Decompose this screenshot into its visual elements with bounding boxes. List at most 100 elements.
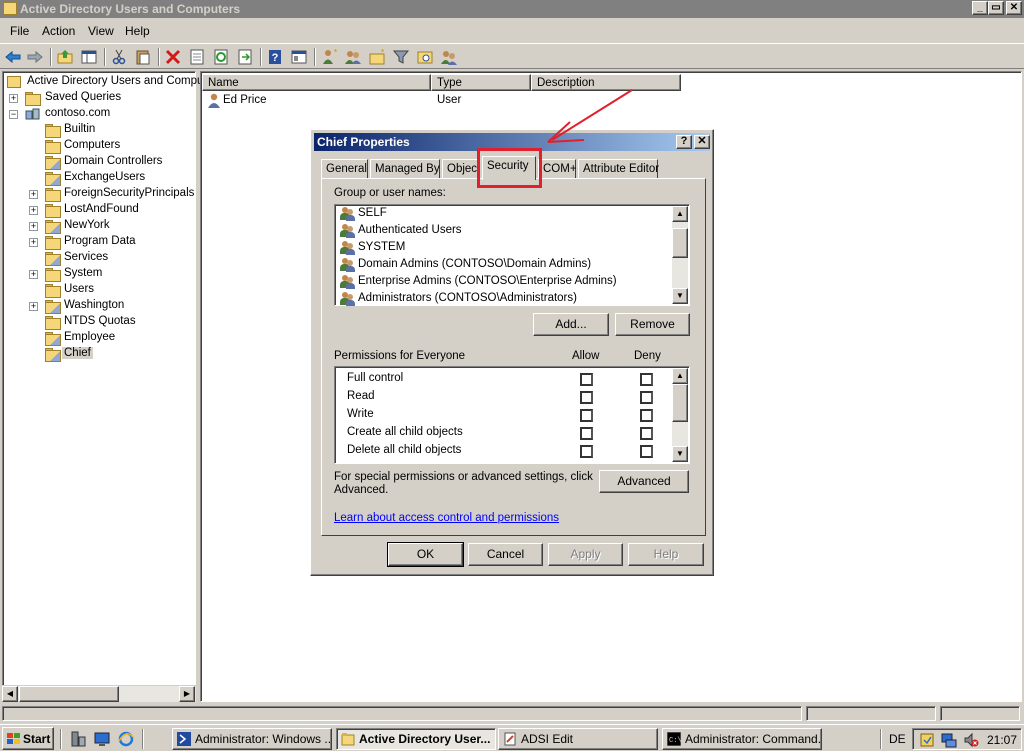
cancel-button[interactable]: Cancel [468, 543, 543, 566]
export-icon[interactable] [236, 48, 254, 66]
task-command-prompt[interactable]: C:\ Administrator: Command... [662, 728, 822, 750]
add-to-group-icon[interactable] [440, 48, 458, 66]
new-group-icon[interactable] [344, 48, 362, 66]
svg-text:*: * [381, 48, 384, 57]
remove-button[interactable]: Remove [615, 313, 690, 336]
ou-folder-icon [45, 348, 61, 362]
scroll-down-icon[interactable]: ▼ [672, 288, 688, 304]
filter-icon[interactable] [392, 48, 410, 66]
column-header-name[interactable]: Name [202, 74, 431, 91]
internet-explorer-icon[interactable] [118, 731, 134, 747]
console-icon[interactable] [290, 48, 308, 66]
deny-checkbox[interactable] [640, 373, 653, 386]
ok-button[interactable]: OK [387, 542, 464, 567]
tab-com-plus[interactable]: COM+ [538, 159, 577, 179]
allow-checkbox[interactable] [580, 373, 593, 386]
deny-checkbox[interactable] [640, 391, 653, 404]
principal-item[interactable]: SYSTEM [339, 240, 669, 256]
action-center-icon[interactable] [919, 732, 935, 748]
start-button[interactable]: Start [2, 727, 54, 750]
tab-attribute-editor[interactable]: Attribute Editor [578, 159, 659, 179]
ou-folder-icon [45, 332, 61, 346]
expand-icon[interactable]: + [29, 238, 38, 247]
close-button[interactable]: ✕ [1006, 1, 1022, 15]
deny-checkbox[interactable] [640, 409, 653, 422]
scroll-left-icon[interactable]: ◀ [2, 686, 18, 702]
add-button[interactable]: Add... [533, 313, 609, 336]
refresh-icon[interactable] [212, 48, 230, 66]
tab-managed-by[interactable]: Managed By [370, 159, 440, 179]
task-powershell[interactable]: Administrator: Windows ... [172, 728, 332, 750]
show-desktop-icon[interactable] [94, 731, 110, 747]
expand-icon[interactable]: + [29, 222, 38, 231]
help-icon[interactable]: ? [266, 48, 284, 66]
allow-checkbox[interactable] [580, 391, 593, 404]
back-icon[interactable] [4, 48, 22, 66]
up-folder-icon[interactable] [56, 48, 74, 66]
tab-general[interactable]: General [321, 159, 368, 179]
server-manager-icon[interactable] [70, 731, 86, 747]
forward-icon[interactable] [26, 48, 44, 66]
task-adsi-edit[interactable]: ADSI Edit [498, 728, 658, 750]
dialog-close-button[interactable]: ✕ [694, 135, 710, 149]
apply-button[interactable]: Apply [548, 543, 623, 566]
expand-icon[interactable]: + [29, 270, 38, 279]
menu-view[interactable]: View [88, 24, 114, 38]
permissions-listbox[interactable]: Full control Read Write Create all child ob… [334, 366, 690, 464]
clock[interactable]: 21:07 [987, 733, 1017, 747]
menu-action[interactable]: Action [42, 24, 75, 38]
principal-item[interactable]: Domain Admins (CONTOSO\Domain Admins) [339, 257, 669, 273]
advanced-button[interactable]: Advanced [599, 470, 689, 493]
deny-checkbox[interactable] [640, 445, 653, 458]
principal-item[interactable]: Administrators (CONTOSO\Administrators) [339, 291, 669, 307]
dialog-help-button[interactable]: ? [676, 135, 692, 149]
find-icon[interactable] [416, 48, 434, 66]
principals-scrollbar[interactable]: ▲ ▼ [672, 206, 688, 304]
new-ou-icon[interactable]: * [368, 48, 386, 66]
language-indicator[interactable]: DE [889, 732, 906, 746]
group-icon [339, 207, 355, 221]
help-button[interactable]: Help [628, 543, 704, 566]
scroll-thumb[interactable] [19, 686, 119, 702]
principals-listbox[interactable]: SELF Authenticated Users SYSTEM Domain Admi… [334, 204, 690, 306]
column-header-type[interactable]: Type [431, 74, 531, 91]
show-hide-tree-icon[interactable] [80, 48, 98, 66]
collapse-icon[interactable]: − [9, 110, 18, 119]
expand-icon[interactable]: + [29, 302, 38, 311]
cut-icon[interactable] [110, 48, 128, 66]
principal-item[interactable]: Enterprise Admins (CONTOSO\Enterprise Ad… [339, 274, 669, 290]
allow-checkbox[interactable] [580, 427, 593, 440]
paste-icon[interactable] [134, 48, 152, 66]
menu-file[interactable]: File [10, 24, 29, 38]
tree-horizontal-scrollbar[interactable]: ◀ ▶ [2, 685, 196, 702]
principal-item[interactable]: Authenticated Users [339, 223, 669, 239]
learn-more-link[interactable]: Learn about access control and permissio… [334, 512, 559, 524]
scroll-right-icon[interactable]: ▶ [179, 686, 195, 702]
scroll-up-icon[interactable]: ▲ [672, 206, 688, 222]
principal-item[interactable]: SELF [339, 206, 669, 222]
properties-icon[interactable] [188, 48, 206, 66]
expand-icon[interactable]: + [9, 94, 18, 103]
permissions-scrollbar[interactable]: ▲ ▼ [672, 368, 688, 462]
network-icon[interactable] [941, 732, 957, 748]
volume-muted-icon[interactable] [963, 732, 979, 748]
app-icon [3, 2, 17, 15]
menu-help[interactable]: Help [125, 24, 150, 38]
deny-checkbox[interactable] [640, 427, 653, 440]
allow-checkbox[interactable] [580, 409, 593, 422]
scroll-down-icon[interactable]: ▼ [672, 446, 688, 462]
tab-object[interactable]: Object [442, 159, 480, 179]
expand-icon[interactable]: + [29, 206, 38, 215]
task-active-directory[interactable]: Active Directory User... [336, 728, 496, 750]
expand-icon[interactable]: + [29, 190, 38, 199]
scroll-thumb[interactable] [672, 384, 688, 422]
allow-checkbox[interactable] [580, 445, 593, 458]
list-item[interactable]: Ed Price User [207, 93, 507, 109]
scroll-up-icon[interactable]: ▲ [672, 368, 688, 384]
console-tree[interactable]: Active Directory Users and Comput + Save… [2, 71, 207, 702]
delete-icon[interactable] [164, 48, 182, 66]
scroll-thumb[interactable] [672, 228, 688, 258]
new-user-icon[interactable]: * [320, 48, 338, 66]
minimize-button[interactable]: _ [972, 1, 988, 15]
restore-button[interactable]: ▭ [988, 1, 1004, 15]
